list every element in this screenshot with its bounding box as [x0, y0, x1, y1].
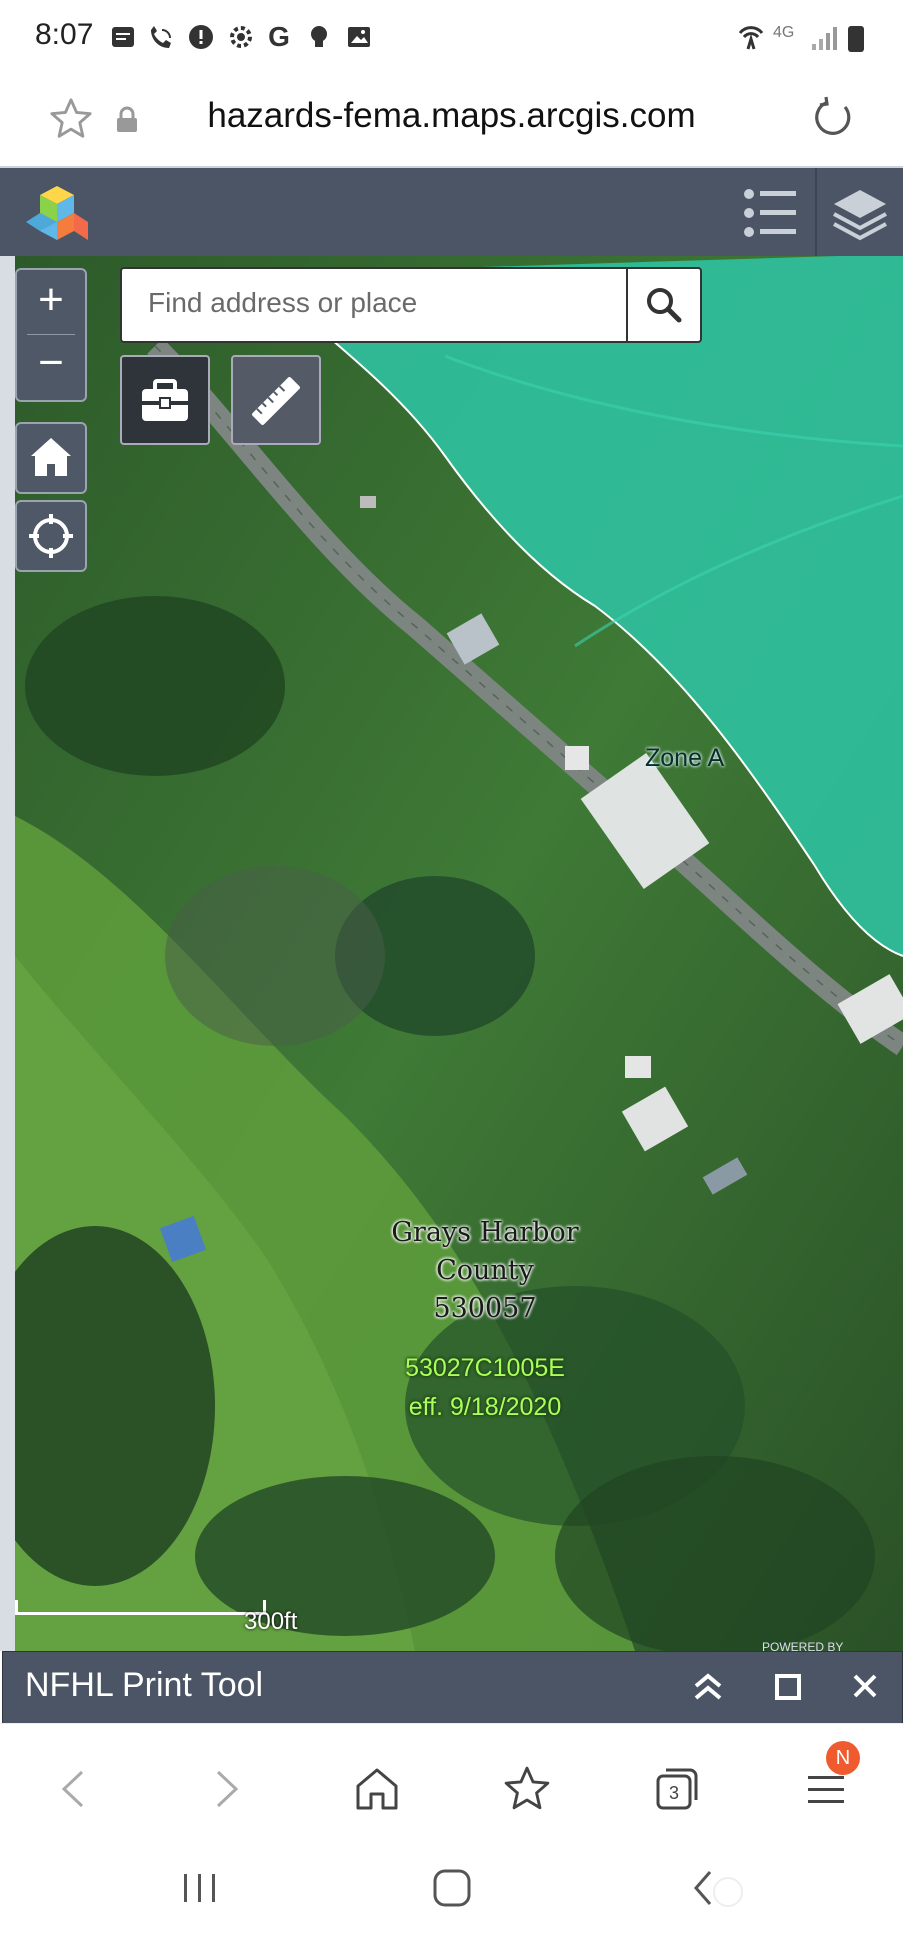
home-system-icon[interactable] — [430, 1866, 474, 1915]
locate-button[interactable] — [15, 500, 87, 572]
status-time: 8:07 — [35, 18, 94, 51]
network-type-label: 4G — [773, 24, 795, 41]
menu-badge: N — [826, 1741, 860, 1775]
zoom-in-button[interactable]: + — [17, 270, 85, 334]
layers-icon[interactable] — [832, 186, 888, 247]
county-label: Grays Harbor County 530057 — [355, 1214, 615, 1328]
header-divider — [815, 168, 817, 258]
search-icon[interactable] — [642, 283, 686, 327]
firm-panel-id: 53027C1005E — [405, 1354, 565, 1382]
close-icon[interactable] — [847, 1668, 883, 1704]
search-input[interactable]: Find address or place — [148, 287, 417, 319]
browser-bottom-nav: 3 — [0, 1723, 903, 1839]
map-view[interactable]: Zone A Grays Harbor County 530057 53027C… — [15, 256, 903, 1651]
maximize-icon[interactable] — [771, 1670, 805, 1704]
app-logo-icon — [24, 182, 90, 246]
ruler-icon — [252, 377, 300, 425]
flood-zone-label: Zone A — [645, 744, 725, 772]
battery-icon — [848, 26, 864, 52]
toolbox-icon — [142, 379, 188, 421]
county-id: 530057 — [433, 1293, 537, 1324]
home-icon — [31, 438, 71, 476]
bulb-icon — [304, 22, 334, 52]
home-button[interactable] — [15, 422, 87, 494]
forward-icon[interactable] — [200, 1764, 250, 1814]
google-icon: G — [268, 21, 290, 52]
chevron-up-double-icon[interactable] — [691, 1670, 725, 1704]
message-icon — [108, 22, 138, 52]
bookmarks-star-icon[interactable] — [502, 1764, 552, 1814]
reload-icon[interactable] — [808, 94, 856, 147]
toolbox-button[interactable] — [120, 355, 210, 445]
system-nav-bar — [0, 1838, 903, 1936]
zoom-control: + − — [15, 268, 87, 402]
hotspot-icon — [736, 22, 766, 52]
settings-icon — [226, 22, 256, 52]
map-edge — [0, 256, 15, 1651]
scale-label: 300ft — [244, 1608, 298, 1635]
tabs-icon[interactable]: 3 — [652, 1764, 702, 1814]
tabs-count: 3 — [669, 1783, 679, 1803]
scale-bar — [15, 1600, 266, 1615]
status-bar: 8:07 G 4G — [0, 0, 903, 78]
search-divider — [626, 269, 628, 341]
county-name-line1: Grays Harbor — [391, 1217, 579, 1248]
panel-title: NFHL Print Tool — [25, 1666, 264, 1704]
search-box: Find address or place — [120, 267, 702, 343]
county-name-line2: County — [436, 1255, 534, 1286]
url-text[interactable]: hazards-fema.maps.arcgis.com — [0, 96, 903, 136]
alert-icon — [186, 22, 216, 52]
wifi-call-icon — [146, 22, 176, 52]
app-header — [0, 166, 903, 258]
legend-list-icon[interactable] — [742, 186, 798, 245]
back-icon[interactable] — [50, 1764, 100, 1814]
measure-button[interactable] — [231, 355, 321, 445]
crosshair-icon — [29, 514, 73, 558]
firm-panel-label: 53027C1005E eff. 9/18/2020 — [355, 1349, 615, 1427]
signal-icon — [810, 24, 840, 57]
nfhl-print-tool-panel: NFHL Print Tool — [2, 1651, 903, 1725]
firm-panel-effective-date: eff. 9/18/2020 — [408, 1393, 562, 1421]
recent-apps-icon[interactable] — [180, 1868, 220, 1913]
zoom-out-button[interactable]: − — [17, 334, 85, 398]
image-icon — [344, 22, 374, 52]
browser-url-bar: hazards-fema.maps.arcgis.com — [0, 78, 903, 166]
back-system-icon[interactable] — [684, 1866, 744, 1915]
home-nav-icon[interactable] — [352, 1764, 402, 1814]
